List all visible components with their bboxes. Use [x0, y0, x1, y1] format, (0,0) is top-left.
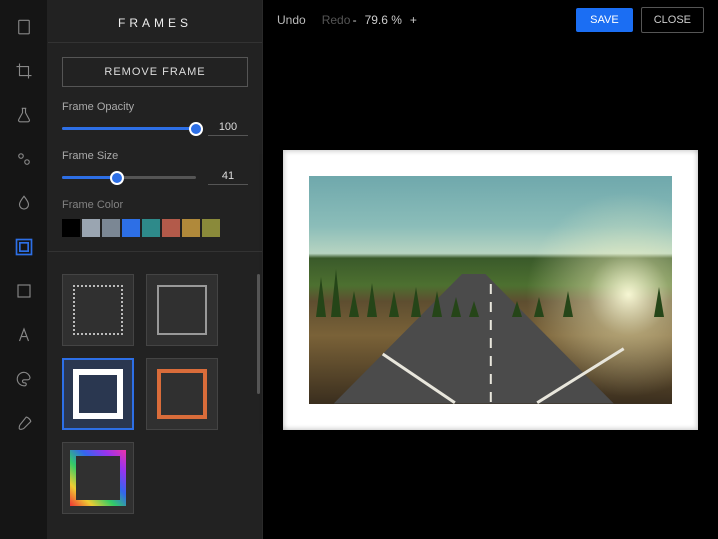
tool-rail	[0, 0, 48, 539]
divider	[48, 251, 262, 252]
color-swatch[interactable]	[142, 219, 160, 237]
zoom-out-button[interactable]: -	[353, 13, 357, 27]
crop-icon[interactable]	[13, 60, 35, 82]
undo-button[interactable]: Undo	[277, 13, 306, 27]
frames-sidebar: FRAMES REMOVE FRAME Frame Opacity 100 Fr…	[48, 0, 263, 539]
frame-style-grid	[48, 262, 262, 526]
opacity-label: Frame Opacity	[62, 101, 248, 113]
photo-preview	[309, 176, 672, 404]
zoom-value: 79.6 %	[365, 13, 402, 27]
color-swatch[interactable]	[162, 219, 180, 237]
frame-style-thumb[interactable]	[146, 274, 218, 346]
canvas-area[interactable]	[263, 40, 718, 539]
scrollbar[interactable]	[257, 274, 260, 394]
color-swatch[interactable]	[62, 219, 80, 237]
palette-icon[interactable]	[13, 368, 35, 390]
adjust-icon[interactable]	[13, 148, 35, 170]
text-icon[interactable]	[13, 324, 35, 346]
frame-style-thumb[interactable]	[146, 358, 218, 430]
color-swatch[interactable]	[202, 219, 220, 237]
color-label: Frame Color	[62, 199, 248, 211]
flask-icon[interactable]	[13, 104, 35, 126]
workspace: Undo Redo - 79.6 % + SAVE CLOSE	[263, 0, 718, 539]
applied-frame	[283, 150, 698, 430]
opacity-value[interactable]: 100	[208, 121, 248, 136]
size-slider[interactable]	[62, 176, 196, 179]
remove-frame-button[interactable]: REMOVE FRAME	[62, 57, 248, 87]
size-label: Frame Size	[62, 150, 248, 162]
color-swatches	[62, 219, 248, 237]
color-swatch[interactable]	[102, 219, 120, 237]
document-icon[interactable]	[13, 16, 35, 38]
frame-style-thumb[interactable]	[62, 274, 134, 346]
shape-icon[interactable]	[13, 280, 35, 302]
redo-button: Redo	[322, 13, 351, 27]
sidebar-title: FRAMES	[48, 0, 262, 43]
frame-style-thumb[interactable]	[62, 358, 134, 430]
frame-icon[interactable]	[13, 236, 35, 258]
color-swatch[interactable]	[82, 219, 100, 237]
topbar: Undo Redo - 79.6 % + SAVE CLOSE	[263, 0, 718, 40]
zoom-control: - 79.6 % +	[353, 13, 417, 27]
zoom-in-button[interactable]: +	[410, 13, 417, 27]
save-button[interactable]: SAVE	[576, 8, 633, 32]
frame-style-thumb[interactable]	[62, 442, 134, 514]
color-swatch[interactable]	[122, 219, 140, 237]
opacity-slider[interactable]	[62, 127, 196, 130]
size-value[interactable]: 41	[208, 170, 248, 185]
color-swatch[interactable]	[182, 219, 200, 237]
drop-icon[interactable]	[13, 192, 35, 214]
brush-icon[interactable]	[13, 412, 35, 434]
close-button[interactable]: CLOSE	[641, 7, 704, 33]
